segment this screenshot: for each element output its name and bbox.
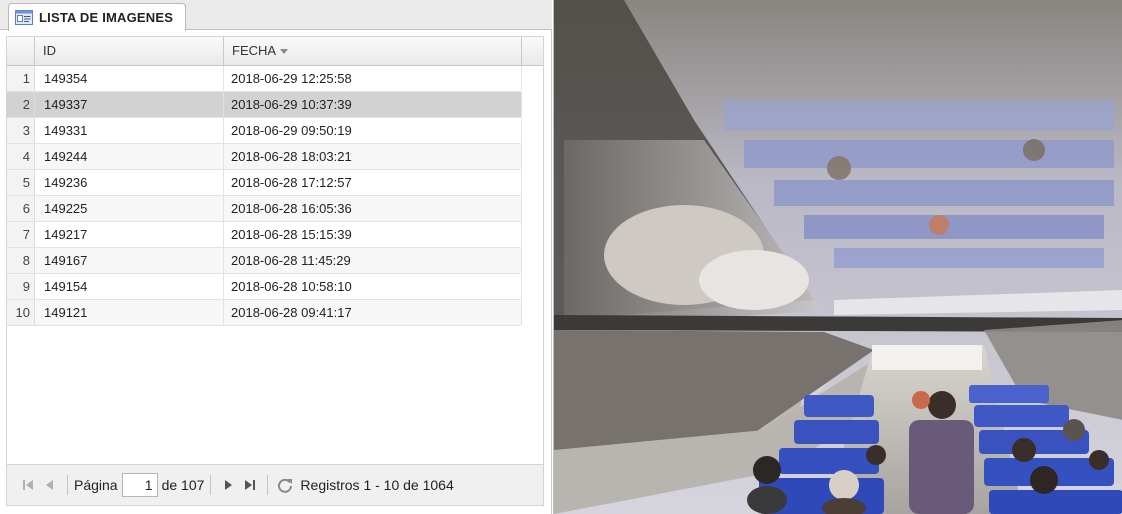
tab-title: LISTA DE IMAGENES <box>39 10 174 25</box>
records-info: Registros 1 - 10 de 1064 <box>300 477 454 493</box>
row-number-cell: 10 <box>7 300 35 325</box>
pagination-bar: Página de 107 Registros 1 - 10 de 1064 <box>6 464 544 506</box>
pager-separator <box>267 475 269 495</box>
grid-rows: 1 149354 2018-06-29 12:25:58 2 149337 2018-06… <box>7 66 522 326</box>
table-row[interactable]: 8 149167 2018-06-28 11:45:29 <box>7 248 522 274</box>
row-number-cell: 2 <box>7 92 35 117</box>
last-page-button[interactable] <box>239 474 261 496</box>
table-row[interactable]: 1 149354 2018-06-29 12:25:58 <box>7 66 522 92</box>
page-count-label: de 107 <box>161 477 205 493</box>
id-cell: 149225 <box>35 196 224 221</box>
row-number-cell: 3 <box>7 118 35 143</box>
fecha-cell: 2018-06-28 17:12:57 <box>224 170 522 195</box>
row-number-cell: 6 <box>7 196 35 221</box>
table-row[interactable]: 3 149331 2018-06-29 09:50:19 <box>7 118 522 144</box>
row-number-cell: 9 <box>7 274 35 299</box>
fecha-cell: 2018-06-28 16:05:36 <box>224 196 522 221</box>
prev-page-button[interactable] <box>39 474 61 496</box>
tab-lista-de-imagenes[interactable]: LISTA DE IMAGENES <box>8 3 187 31</box>
first-page-button[interactable] <box>17 474 39 496</box>
id-cell: 149121 <box>35 300 224 325</box>
image-viewer <box>553 0 1122 514</box>
pager-separator <box>210 475 212 495</box>
fecha-cell: 2018-06-29 10:37:39 <box>224 92 522 117</box>
fecha-cell: 2018-06-28 18:03:21 <box>224 144 522 169</box>
row-number-cell: 1 <box>7 66 35 91</box>
row-number-cell: 8 <box>7 248 35 273</box>
prev-page-icon <box>46 480 53 490</box>
column-header-fecha-label: FECHA <box>232 43 277 58</box>
fecha-cell: 2018-06-29 09:50:19 <box>224 118 522 143</box>
fecha-cell: 2018-06-28 09:41:17 <box>224 300 522 325</box>
id-cell: 149167 <box>35 248 224 273</box>
page-label: Página <box>74 477 118 493</box>
refresh-button[interactable] <box>274 474 296 496</box>
page-number-input[interactable] <box>121 473 158 497</box>
table-row[interactable]: 2 149337 2018-06-29 10:37:39 <box>7 92 522 118</box>
refresh-icon <box>278 478 293 493</box>
id-cell: 149244 <box>35 144 224 169</box>
table-row[interactable]: 6 149225 2018-06-28 16:05:36 <box>7 196 522 222</box>
first-page-icon <box>23 480 33 490</box>
image-list-panel: LISTA DE IMAGENES ID FECHA 1 149354 2018-0… <box>0 0 552 514</box>
column-header-fecha[interactable]: FECHA <box>224 37 522 65</box>
id-cell: 149236 <box>35 170 224 195</box>
table-row[interactable]: 10 149121 2018-06-28 09:41:17 <box>7 300 522 326</box>
last-page-icon <box>245 480 256 490</box>
fecha-cell: 2018-06-29 12:25:58 <box>224 66 522 91</box>
pager-separator <box>67 475 68 495</box>
column-header-id[interactable]: ID <box>35 37 224 65</box>
row-number-header <box>7 37 35 65</box>
tab-strip: LISTA DE IMAGENES <box>0 0 552 31</box>
images-grid: ID FECHA 1 149354 2018-06-29 12:25:58 2 1493… <box>6 36 544 464</box>
id-cell: 149354 <box>35 66 224 91</box>
column-header-id-label: ID <box>43 43 56 58</box>
id-cell: 149154 <box>35 274 224 299</box>
fecha-cell: 2018-06-28 15:15:39 <box>224 222 522 247</box>
id-cell: 149331 <box>35 118 224 143</box>
bus-interior-photo <box>554 0 1122 514</box>
row-number-cell: 7 <box>7 222 35 247</box>
row-number-cell: 5 <box>7 170 35 195</box>
table-row[interactable]: 4 149244 2018-06-28 18:03:21 <box>7 144 522 170</box>
id-cell: 149337 <box>35 92 224 117</box>
sort-desc-icon <box>280 49 289 55</box>
table-row[interactable]: 5 149236 2018-06-28 17:12:57 <box>7 170 522 196</box>
fecha-cell: 2018-06-28 10:58:10 <box>224 274 522 299</box>
next-page-icon <box>225 480 233 490</box>
fecha-cell: 2018-06-28 11:45:29 <box>224 248 522 273</box>
table-row[interactable]: 9 149154 2018-06-28 10:58:10 <box>7 274 522 300</box>
id-cell: 149217 <box>35 222 224 247</box>
grid-header: ID FECHA <box>7 37 543 66</box>
next-page-button[interactable] <box>217 474 239 496</box>
row-number-cell: 4 <box>7 144 35 169</box>
list-window-icon <box>15 10 33 25</box>
table-row[interactable]: 7 149217 2018-06-28 15:15:39 <box>7 222 522 248</box>
